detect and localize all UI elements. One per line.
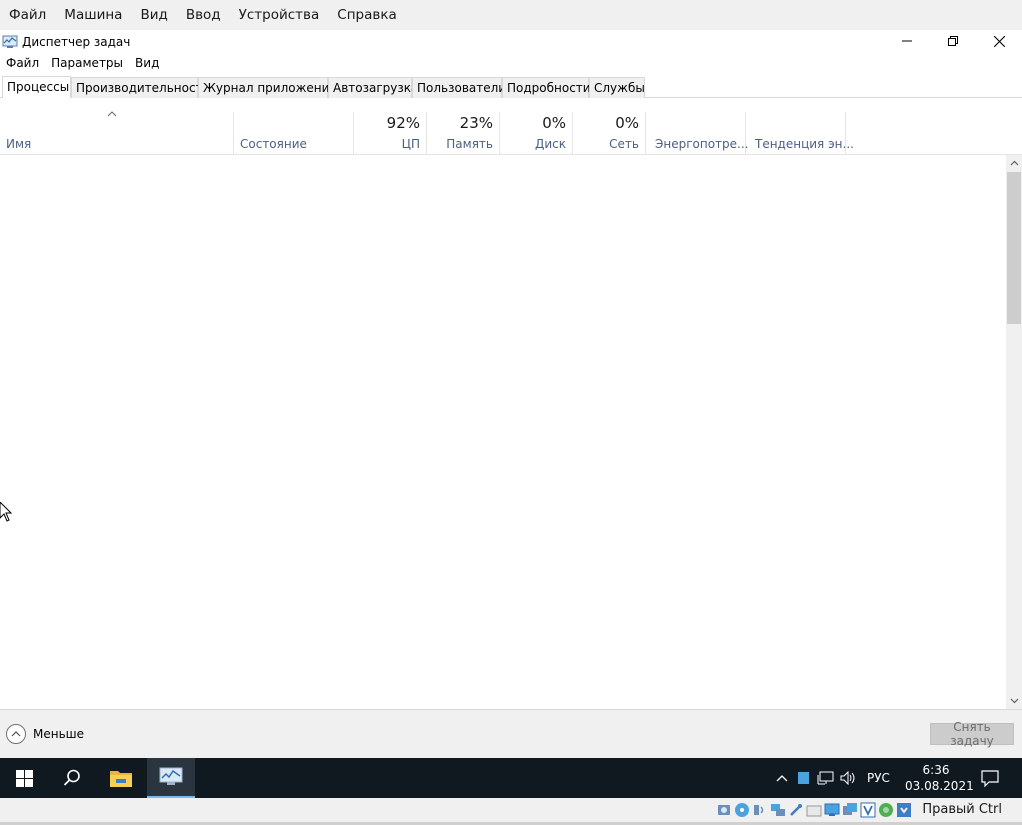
tab-services[interactable]: Службы xyxy=(589,77,645,98)
column-cpu-label: ЦП xyxy=(401,137,420,151)
column-power-label: Энергопотре... xyxy=(655,137,749,151)
close-button[interactable] xyxy=(976,30,1022,52)
column-disk-label: Диск xyxy=(534,137,566,151)
task-manager-icon xyxy=(159,767,183,785)
volume-icon[interactable] xyxy=(840,771,857,785)
mouse-cursor-icon xyxy=(0,502,12,522)
column-name-label: Имя xyxy=(6,137,32,151)
notifications-icon xyxy=(981,769,999,787)
windows-logo-icon xyxy=(15,769,33,787)
vbox-menu-file[interactable]: Файл xyxy=(0,0,55,30)
tm-menu-view[interactable]: Вид xyxy=(129,56,165,70)
vbox-status-bar: Правый Ctrl xyxy=(0,798,1022,822)
column-status[interactable]: Состояние xyxy=(234,112,354,155)
column-disk[interactable]: 0% Диск xyxy=(500,112,573,155)
process-table-header: Имя Состояние 92% ЦП 23% Память 0% Диск … xyxy=(0,98,1022,155)
vbox-menu-view[interactable]: Вид xyxy=(131,0,176,30)
video-capture-icon[interactable] xyxy=(842,802,858,818)
tab-users[interactable]: Пользователи xyxy=(412,77,506,98)
column-network-label: Сеть xyxy=(609,137,639,151)
vbox-menu-devices[interactable]: Устройства xyxy=(230,0,329,30)
minimize-icon xyxy=(902,40,912,42)
tab-processes[interactable]: Процессы xyxy=(2,76,71,98)
window-controls xyxy=(884,30,1022,52)
tab-strip: Процессы Производительность Журнал прило… xyxy=(0,76,1022,98)
task-manager-icon xyxy=(2,35,18,48)
tm-menu-file[interactable]: Файл xyxy=(0,56,45,70)
action-center-button[interactable] xyxy=(966,758,1014,798)
network-adapter-icon[interactable] xyxy=(770,802,786,818)
window-title-bar: Диспетчер задач xyxy=(0,30,1022,54)
usb-icon[interactable] xyxy=(788,802,804,818)
vbox-menu-machine[interactable]: Машина xyxy=(55,0,131,30)
scroll-down-button[interactable] xyxy=(1006,693,1022,709)
vbox-status-icons xyxy=(716,802,912,818)
display-icon[interactable] xyxy=(824,802,840,818)
column-memory[interactable]: 23% Память xyxy=(427,112,500,155)
fewer-details-button[interactable]: Меньше xyxy=(6,724,84,744)
start-button[interactable] xyxy=(0,758,48,798)
memory-usage-value: 23% xyxy=(459,114,493,132)
column-power[interactable]: Энергопотре... xyxy=(646,112,749,155)
virtualization-icon[interactable] xyxy=(860,802,876,818)
close-icon xyxy=(993,35,1005,47)
end-task-button[interactable]: Снять задачу xyxy=(930,720,1014,748)
scroll-up-button[interactable] xyxy=(1006,155,1022,171)
audio-icon[interactable] xyxy=(752,802,768,818)
optical-drive-icon[interactable] xyxy=(734,802,750,818)
folder-icon xyxy=(110,771,132,787)
scrollbar-thumb[interactable] xyxy=(1007,172,1021,324)
tab-startup[interactable]: Автозагрузка xyxy=(328,77,418,98)
window-title: Диспетчер задач xyxy=(22,35,131,49)
guest-additions-icon[interactable] xyxy=(878,802,894,818)
column-memory-label: Память xyxy=(446,137,493,151)
clock-date: 03.08.2021 xyxy=(905,779,974,793)
restore-icon xyxy=(948,36,958,46)
tab-details[interactable]: Подробности xyxy=(502,77,591,98)
file-explorer-button[interactable] xyxy=(97,758,145,798)
task-manager-footer: Меньше Снять задачу xyxy=(0,709,1022,758)
column-cpu[interactable]: 92% ЦП xyxy=(354,112,427,155)
tm-menu-options[interactable]: Параметры xyxy=(45,56,129,70)
tab-performance[interactable]: Производительность xyxy=(71,77,210,98)
taskbar-task-manager-button[interactable] xyxy=(147,758,195,798)
tm-menu-bar: Файл Параметры Вид xyxy=(0,54,1022,72)
network-usage-value: 0% xyxy=(615,114,639,132)
clock-time: 6:36 xyxy=(922,763,950,777)
show-hidden-icons-icon[interactable] xyxy=(776,774,788,782)
language-indicator[interactable]: РУС xyxy=(867,771,890,785)
restore-button[interactable] xyxy=(930,30,976,52)
chevron-up-circle-icon xyxy=(6,724,26,744)
column-network[interactable]: 0% Сеть xyxy=(573,112,646,155)
search-button[interactable] xyxy=(48,758,96,798)
notification-square-icon[interactable] xyxy=(798,772,809,784)
chevron-down-icon xyxy=(1010,698,1018,704)
vbox-menu-help[interactable]: Справка xyxy=(328,0,405,30)
system-tray: РУС xyxy=(776,758,890,798)
tab-app-history[interactable]: Журнал приложений xyxy=(198,77,337,98)
windows-taskbar: РУС 6:36 03.08.2021 xyxy=(0,758,1022,798)
network-icon[interactable] xyxy=(817,771,834,785)
shared-folders-icon[interactable] xyxy=(806,802,822,818)
column-name[interactable]: Имя xyxy=(0,112,234,155)
process-list[interactable] xyxy=(0,155,1006,709)
disk-usage-value: 0% xyxy=(542,114,566,132)
fewer-details-label: Меньше xyxy=(33,727,85,741)
hard-disk-icon[interactable] xyxy=(716,802,732,818)
search-icon xyxy=(63,769,80,786)
vbox-menu-input[interactable]: Ввод xyxy=(177,0,230,30)
column-power-trend[interactable]: Тенденция эн... xyxy=(746,112,854,155)
cpu-usage-value: 92% xyxy=(386,114,420,132)
chevron-up-icon xyxy=(1010,160,1018,166)
clock[interactable]: 6:36 03.08.2021 xyxy=(905,762,974,794)
host-key-label: Правый Ctrl xyxy=(922,802,1002,817)
vbox-menu-bar: Файл Машина Вид Ввод Устройства Справка xyxy=(0,0,1022,30)
column-status-label: Состояние xyxy=(240,137,307,151)
vertical-scrollbar[interactable] xyxy=(1006,155,1022,709)
minimize-button[interactable] xyxy=(884,30,930,52)
keyboard-capture-icon[interactable] xyxy=(896,802,912,818)
column-power-trend-label: Тенденция эн... xyxy=(755,137,854,151)
